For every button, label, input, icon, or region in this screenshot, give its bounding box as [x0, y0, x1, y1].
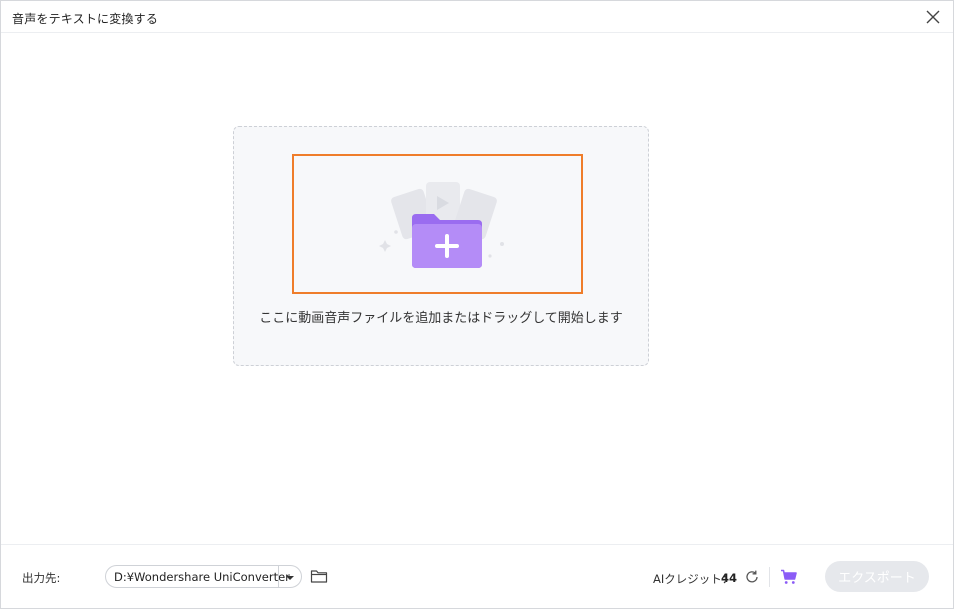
open-folder-button[interactable] [310, 567, 328, 585]
add-file-area[interactable] [292, 154, 583, 294]
title-bar: 音声をテキストに変換する [1, 1, 953, 33]
dialog-window: 音声をテキストに変換する ここに動画音声ファイルを追加またはドラッグして開始しま… [0, 0, 954, 609]
add-folder-icon [379, 182, 504, 268]
export-button[interactable]: エクスポート [825, 561, 929, 592]
close-icon [926, 10, 940, 24]
folder-icon [310, 570, 328, 583]
purchase-button[interactable] [779, 567, 799, 587]
ai-credit-value: 44 [721, 571, 738, 585]
select-divider [278, 566, 279, 587]
output-label: 出力先: [22, 571, 61, 585]
output-path-select[interactable]: D:¥Wondershare UniConverter [105, 565, 302, 588]
footer-bar: 出力先: D:¥Wondershare UniConverter AIクレジット… [1, 544, 953, 608]
file-drop-zone[interactable]: ここに動画音声ファイルを追加またはドラッグして開始します [233, 126, 649, 366]
output-path-value: D:¥Wondershare UniConverter [114, 570, 290, 584]
refresh-icon [746, 570, 758, 583]
refresh-credit-button[interactable] [743, 568, 761, 586]
cart-icon [781, 569, 797, 584]
window-title: 音声をテキストに変換する [12, 12, 159, 26]
chevron-down-icon [286, 576, 294, 580]
drop-hint-text: ここに動画音声ファイルを追加またはドラッグして開始します [259, 311, 623, 326]
footer-divider [769, 567, 770, 587]
close-button[interactable] [923, 7, 943, 27]
path-dropdown-button[interactable] [282, 570, 298, 584]
